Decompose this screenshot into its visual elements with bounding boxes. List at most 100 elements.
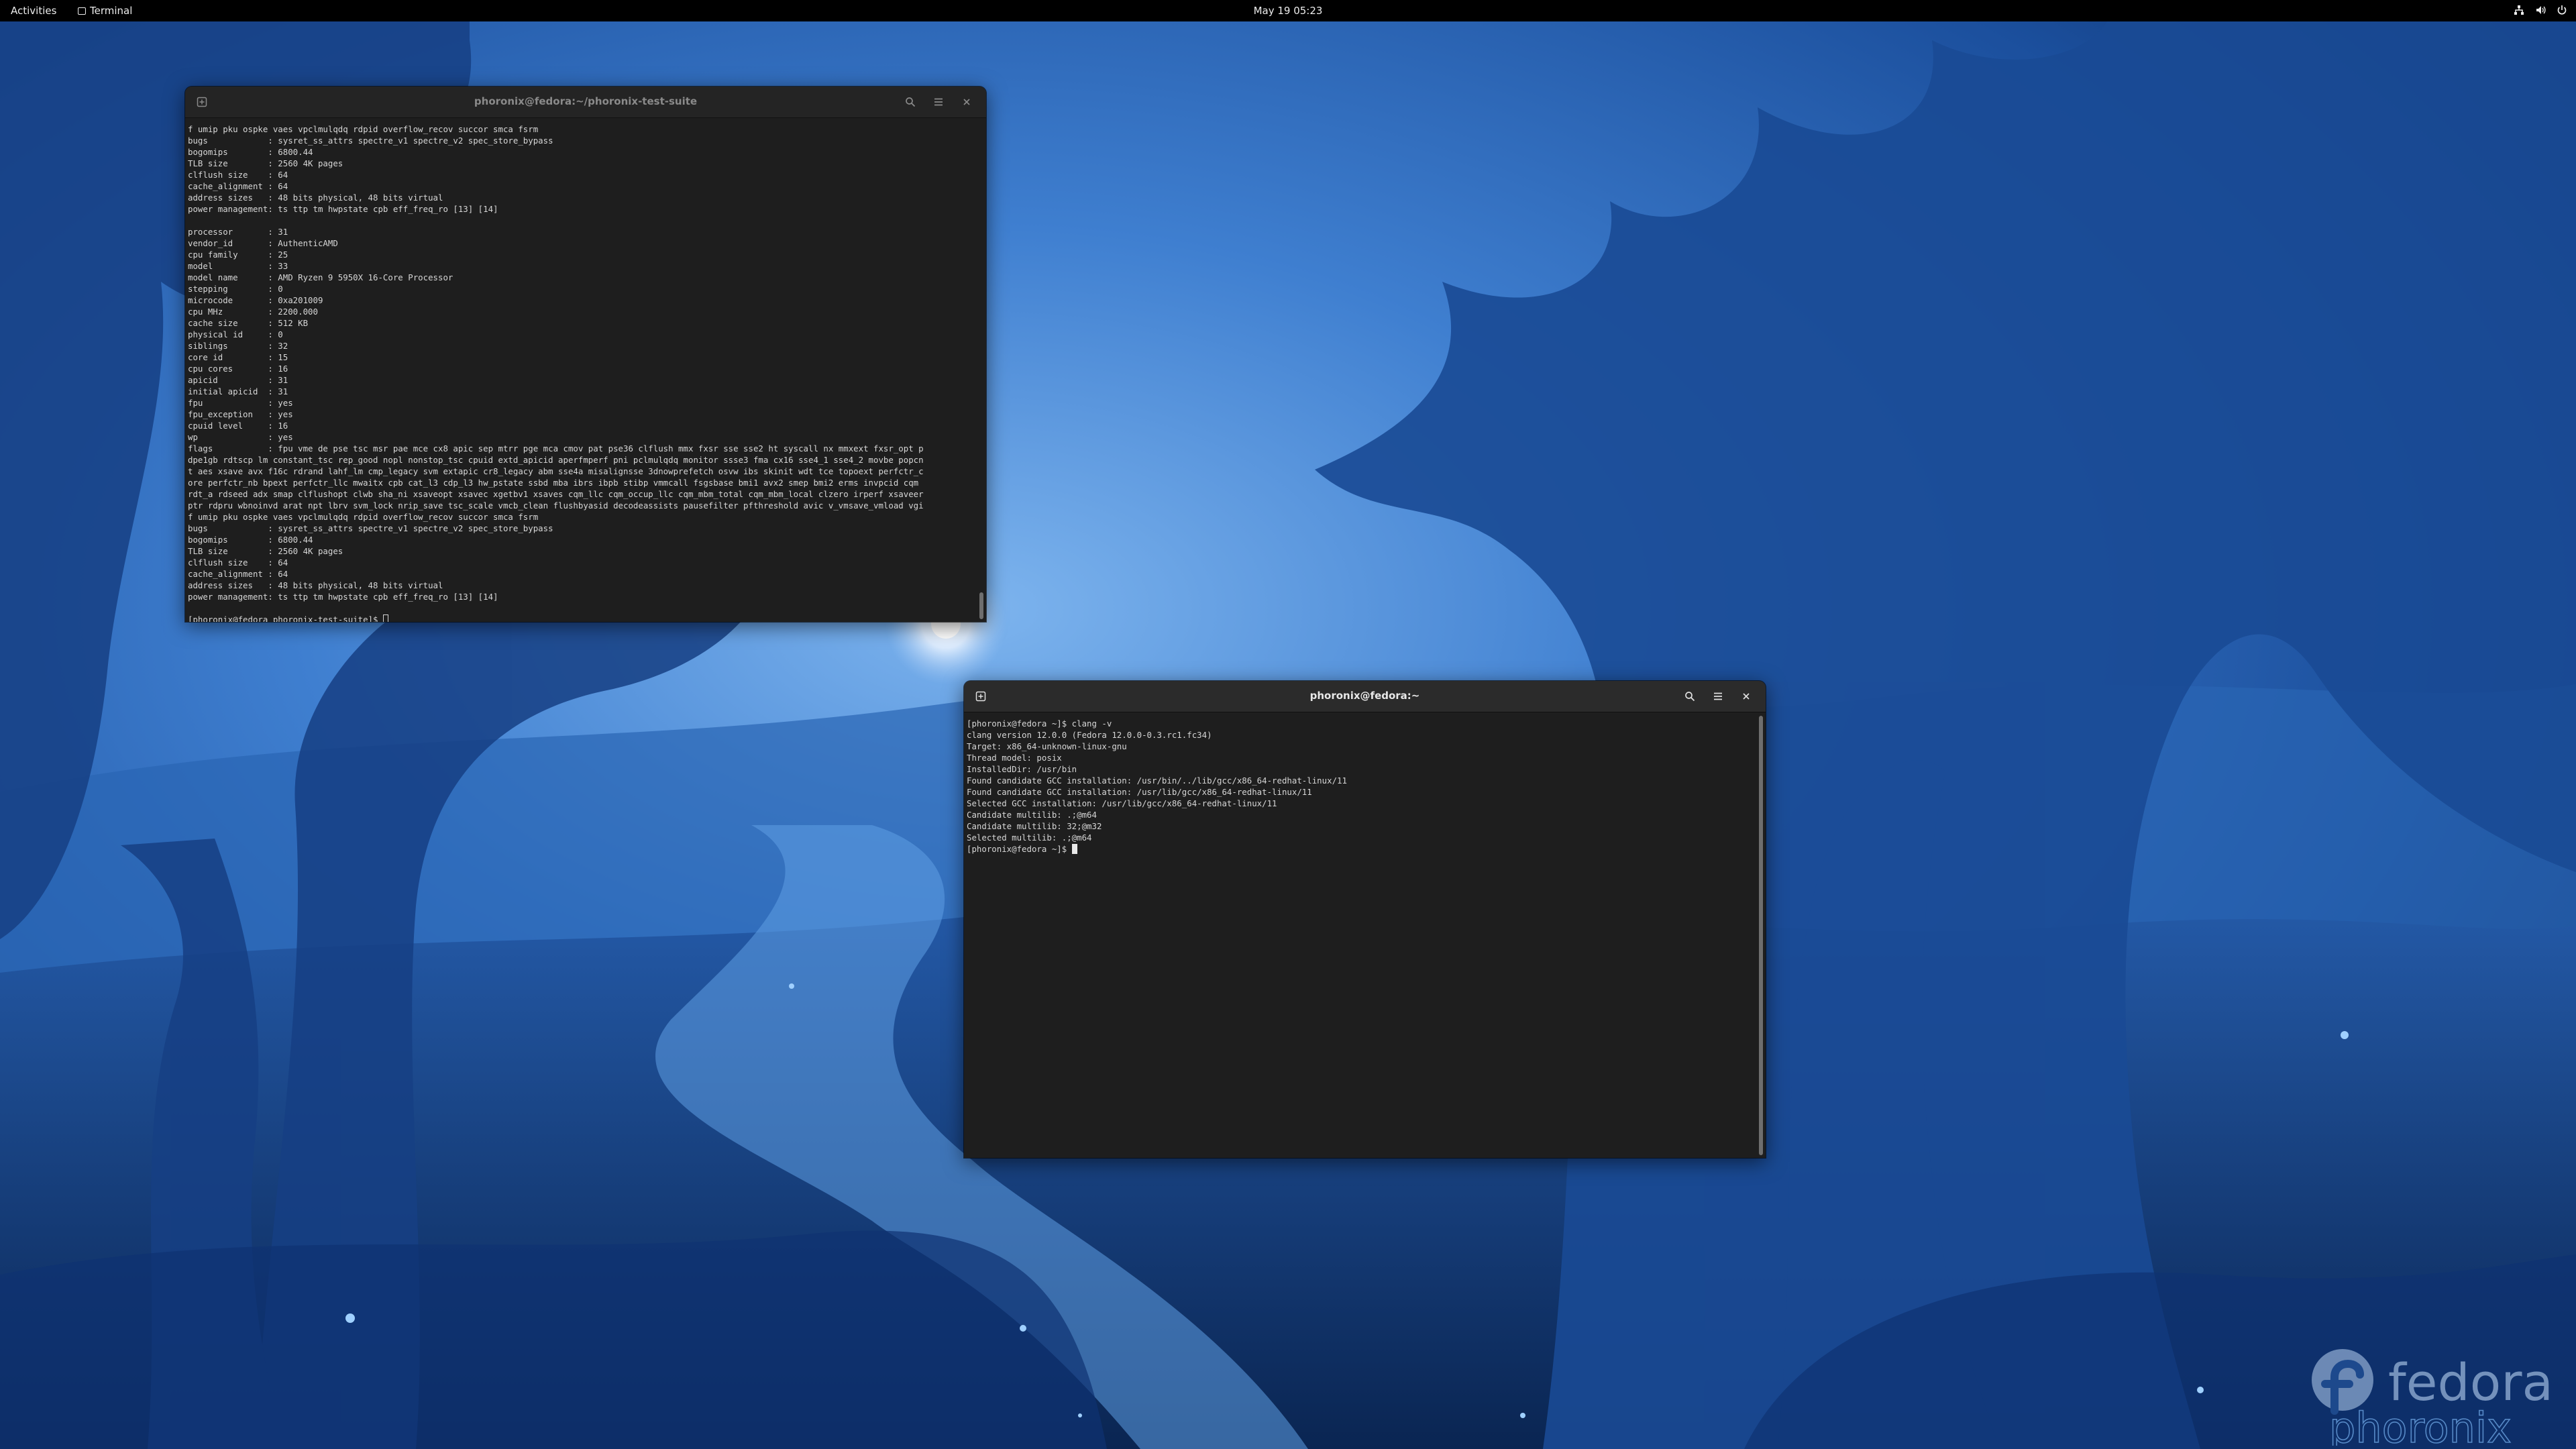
- terminal-line: bogomips : 6800.44: [188, 535, 313, 545]
- terminal-line: model : 33: [188, 261, 288, 271]
- terminal-prompt: [phoronix@fedora phoronix-test-suite]$: [188, 614, 383, 622]
- hamburger-menu-icon: [934, 98, 943, 106]
- text-cursor: [382, 614, 388, 622]
- fedora-logo-icon: [2312, 1349, 2373, 1415]
- terminal-line: clflush size : 64: [188, 170, 288, 180]
- app-menu-terminal[interactable]: Terminal: [78, 5, 132, 17]
- window-title: phoronix@fedora:~: [1309, 690, 1420, 702]
- terminal-line: Found candidate GCC installation: /usr/l…: [967, 787, 1312, 797]
- terminal-line: stepping : 0: [188, 284, 283, 294]
- terminal-line: Selected multilib: .;@m64: [967, 833, 1092, 843]
- search-button[interactable]: [900, 93, 920, 111]
- power-icon[interactable]: [2556, 4, 2568, 16]
- terminal-output[interactable]: [phoronix@fedora ~]$ clang -v clang versi…: [964, 712, 1756, 1158]
- terminal-output[interactable]: f umip pku ospke vaes vpclmulqdq rdpid o…: [185, 118, 977, 622]
- terminal-window-top[interactable]: phoronix@fedora:~/phoronix-test-suite f …: [185, 87, 986, 622]
- text-cursor: [1071, 844, 1077, 854]
- terminal-line: power management: ts ttp tm hwpstate cpb…: [188, 204, 498, 214]
- terminal-line: bogomips : 6800.44: [188, 147, 313, 157]
- terminal-line: ore perfctr_nb bpext perfctr_llc mwaitx …: [188, 478, 919, 488]
- window-titlebar[interactable]: phoronix@fedora:~: [964, 681, 1766, 712]
- scrollbar-thumb[interactable]: [1759, 716, 1763, 1155]
- app-menu-label: Terminal: [90, 5, 133, 17]
- terminal-line: dpe1gb rdtscp lm constant_tsc rep_good n…: [188, 455, 924, 465]
- window-titlebar[interactable]: phoronix@fedora:~/phoronix-test-suite: [185, 87, 986, 118]
- terminal-line: Selected GCC installation: /usr/lib/gcc/…: [967, 798, 1277, 808]
- network-icon[interactable]: [2513, 4, 2525, 16]
- clock-container: May 19 05:23: [0, 5, 2576, 17]
- terminal-line: power management: ts ttp tm hwpstate cpb…: [188, 592, 498, 602]
- terminal-line: clang version 12.0.0 (Fedora 12.0.0-0.3.…: [967, 730, 1212, 740]
- terminal-line: TLB size : 2560 4K pages: [188, 158, 343, 168]
- terminal-line: cpu MHz : 2200.000: [188, 307, 318, 317]
- terminal-line: model name : AMD Ryzen 9 5950X 16-Core P…: [188, 272, 453, 282]
- terminal-line: f umip pku ospke vaes vpclmulqdq rdpid o…: [188, 512, 539, 522]
- terminal-line: cache_alignment : 64: [188, 569, 288, 579]
- terminal-line: cache size : 512 KB: [188, 318, 309, 328]
- terminal-line: Candidate multilib: 32;@m32: [967, 821, 1102, 831]
- window-title: phoronix@fedora:~/phoronix-test-suite: [474, 95, 698, 107]
- phoronix-wordmark: phoronix: [2329, 1403, 2512, 1446]
- terminal-line: rdt_a rdseed adx smap clflushopt clwb sh…: [188, 489, 924, 499]
- terminal-line: cpu family : 25: [188, 250, 288, 260]
- terminal-line: InstalledDir: /usr/bin: [967, 764, 1077, 774]
- terminal-line: flags : fpu vme de pse tsc msr pae mce c…: [188, 443, 924, 453]
- terminal-line: Found candidate GCC installation: /usr/b…: [967, 775, 1347, 786]
- terminal-line: address sizes : 48 bits physical, 48 bit…: [188, 193, 443, 203]
- terminal-line: initial apicid : 31: [188, 386, 288, 396]
- scrollbar-thumb[interactable]: [979, 592, 983, 619]
- terminal-line: TLB size : 2560 4K pages: [188, 546, 343, 556]
- terminal-line: ptr rdpru wbnoinvd arat npt lbrv svm_loc…: [188, 500, 924, 511]
- terminal-line: physical id : 0: [188, 329, 283, 339]
- search-button[interactable]: [1680, 687, 1700, 706]
- terminal-prompt: [phoronix@fedora ~]$: [967, 844, 1072, 854]
- terminal-line: bugs : sysret_ss_attrs spectre_v1 spectr…: [188, 523, 553, 533]
- terminal-prompt-line[interactable]: [phoronix@fedora phoronix-test-suite]$: [188, 614, 974, 622]
- volume-icon[interactable]: [2534, 4, 2546, 16]
- menu-button[interactable]: [1708, 687, 1728, 706]
- activities-button[interactable]: Activities: [11, 5, 56, 17]
- close-icon: [963, 99, 970, 105]
- terminal-line: clflush size : 64: [188, 557, 288, 568]
- system-tray[interactable]: [2513, 4, 2568, 16]
- terminal-line: apicid : 31: [188, 375, 288, 385]
- terminal-line: bugs : sysret_ss_attrs spectre_v1 spectr…: [188, 136, 553, 146]
- scrollbar[interactable]: [1759, 716, 1763, 1155]
- fedora-phoronix-watermark: fedora phoronix: [2308, 1345, 2569, 1449]
- top-bar: Activities Terminal May 19 05:23: [0, 0, 2576, 21]
- terminal-line: cpu cores : 16: [188, 364, 288, 374]
- terminal-line: cache_alignment : 64: [188, 181, 288, 191]
- close-button[interactable]: [957, 93, 977, 111]
- menu-button[interactable]: [928, 93, 949, 111]
- terminal-line: siblings : 32: [188, 341, 288, 351]
- terminal-line: address sizes : 48 bits physical, 48 bit…: [188, 580, 443, 590]
- scrollbar[interactable]: [979, 121, 983, 619]
- clock[interactable]: May 19 05:23: [1254, 5, 1323, 17]
- terminal-line: vendor_id : AuthenticAMD: [188, 238, 338, 248]
- terminal-line: processor : 31: [188, 227, 288, 237]
- terminal-line: Thread model: posix: [967, 753, 1062, 763]
- terminal-line: [phoronix@fedora ~]$ clang -v: [967, 718, 1112, 729]
- terminal-line: wp : yes: [188, 432, 293, 442]
- hamburger-menu-icon: [1714, 692, 1722, 700]
- terminal-line: fpu : yes: [188, 398, 293, 408]
- terminal-line: microcode : 0xa201009: [188, 295, 323, 305]
- terminal-line: cpuid level : 16: [188, 421, 288, 431]
- terminal-line: Target: x86_64-unknown-linux-gnu: [967, 741, 1127, 751]
- terminal-line: f umip pku ospke vaes vpclmulqdq rdpid o…: [188, 124, 539, 134]
- terminal-app-icon: [78, 7, 86, 15]
- search-icon: [1685, 692, 1695, 702]
- terminal-line: core id : 15: [188, 352, 288, 362]
- terminal-line: t aes xsave avx f16c rdrand lahf_lm cmp_…: [188, 466, 924, 476]
- terminal-prompt-line[interactable]: [phoronix@fedora ~]$: [967, 843, 1754, 855]
- terminal-line: fpu_exception : yes: [188, 409, 293, 419]
- activities-label: Activities: [11, 5, 57, 17]
- search-icon: [906, 97, 916, 107]
- close-button[interactable]: [1736, 687, 1756, 706]
- close-icon: [1743, 693, 1750, 700]
- terminal-line: Candidate multilib: .;@m64: [967, 810, 1097, 820]
- desktop: Activities Terminal May 19 05:23 phoroni…: [0, 0, 2576, 1449]
- terminal-window-bottom[interactable]: phoronix@fedora:~ [phoronix@fedora ~]$ c…: [964, 681, 1766, 1158]
